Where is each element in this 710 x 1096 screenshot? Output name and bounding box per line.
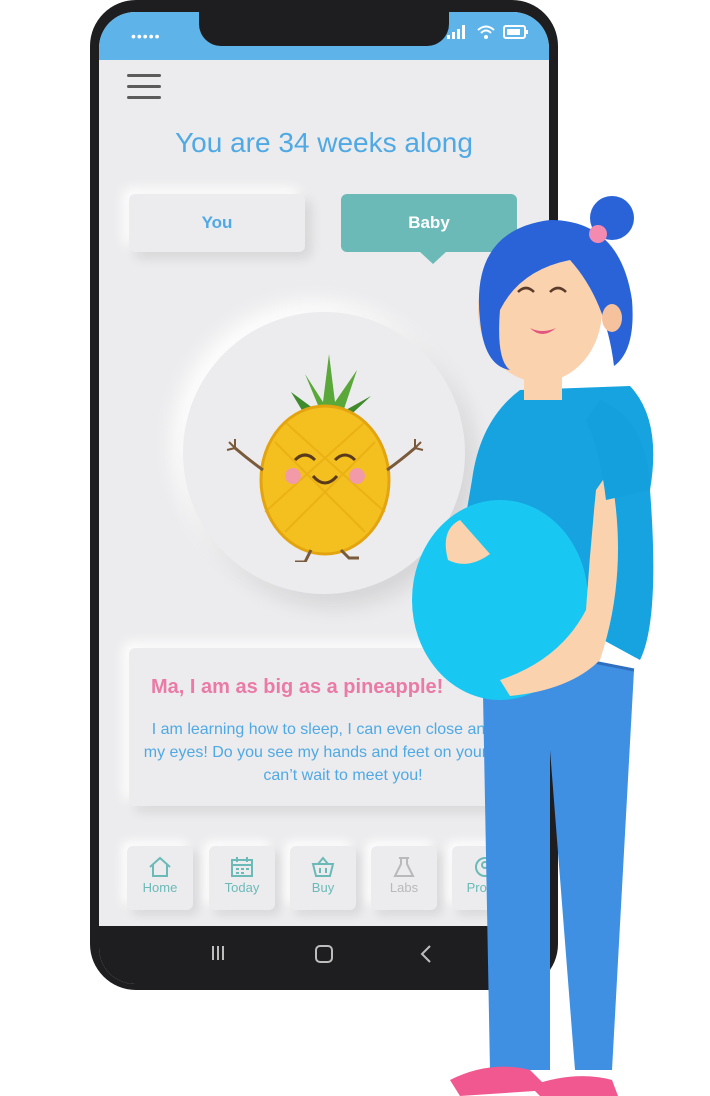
pineapple-icon — [226, 354, 424, 562]
shopping-basket-icon — [311, 856, 335, 877]
home-icon — [149, 856, 171, 877]
page-title: You are 34 weeks along — [175, 127, 473, 158]
nav-today-label: Today — [224, 880, 260, 895]
home-square-icon[interactable] — [314, 944, 334, 964]
recent-apps-icon[interactable] — [211, 944, 225, 962]
nav-home-label: Home — [142, 880, 178, 895]
nav-home[interactable]: Home — [127, 846, 193, 910]
nav-buy-label: Buy — [311, 880, 335, 895]
battery-icon — [503, 25, 529, 44]
nav-today[interactable]: Today — [209, 846, 275, 910]
wifi-icon — [477, 25, 495, 44]
nav-buy[interactable]: Buy — [290, 846, 356, 910]
pregnant-woman-illustration — [412, 196, 654, 1096]
status-dots: ••••• — [131, 28, 161, 44]
tab-you[interactable]: You — [129, 194, 305, 252]
hamburger-menu-icon[interactable] — [127, 74, 161, 102]
signal-icon — [447, 25, 469, 44]
tab-you-label: You — [201, 213, 233, 232]
camera-notch — [199, 12, 449, 46]
calendar-icon — [231, 857, 253, 877]
